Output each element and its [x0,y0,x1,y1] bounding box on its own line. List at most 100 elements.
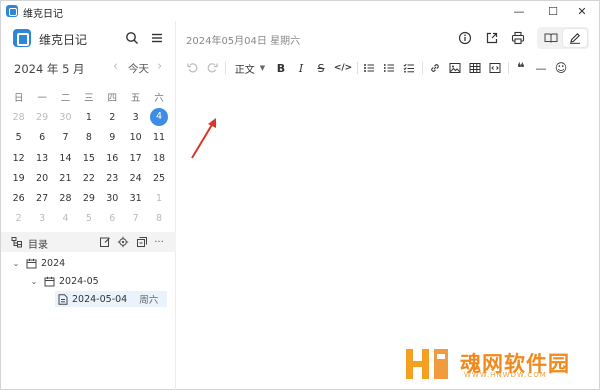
redo-button[interactable] [204,59,220,77]
calendar-day[interactable]: 13 [30,153,53,164]
chevron-down-icon[interactable]: ⌄ [29,277,39,286]
calendar-day[interactable]: 17 [124,153,147,164]
calendar-day[interactable]: 26 [7,193,30,204]
calendar-day[interactable]: 15 [77,153,100,164]
calendar-day[interactable]: 9 [101,132,124,143]
bold-button[interactable]: B [274,59,288,77]
next-month-button[interactable]: › [157,59,162,74]
table-icon [469,63,481,73]
app-name: 维克日记 [39,33,88,47]
calendar-day-selected[interactable]: 4 [147,108,170,127]
calendar-day[interactable]: 22 [77,173,100,184]
calendar-day[interactable]: 28 [7,112,30,123]
calendar-day[interactable]: 20 [30,173,53,184]
prev-month-button[interactable]: ‹ [113,59,118,74]
calendar-day[interactable]: 14 [54,153,77,164]
calendar-day[interactable]: 3 [124,112,147,123]
bullet-list-button[interactable] [362,59,376,77]
emoji-button[interactable]: ☺ [554,59,568,77]
calendar-day[interactable]: 7 [124,213,147,224]
calendar-day[interactable]: 25 [147,173,170,184]
edit-mode-button[interactable] [563,29,587,47]
search-button[interactable] [123,29,141,47]
locate-button[interactable] [115,234,131,250]
info-button[interactable] [455,28,475,48]
share-icon [486,32,498,44]
ordered-list-button[interactable] [382,59,396,77]
calendar-day[interactable]: 10 [124,132,147,143]
calendar-week: 19 20 21 22 23 24 25 [7,168,171,188]
calendar-day[interactable]: 27 [30,193,53,204]
table-button[interactable] [468,59,482,77]
print-button[interactable] [508,28,528,48]
link-button[interactable] [428,59,442,77]
new-note-button[interactable] [97,234,113,250]
checklist-icon [403,63,414,73]
tree-node-label: 2024-05-04 [72,293,128,305]
calendar-day[interactable]: 19 [7,173,30,184]
calendar-day[interactable]: 30 [54,112,77,123]
calendar-day[interactable]: 6 [101,213,124,224]
menu-button[interactable] [148,29,166,47]
read-mode-button[interactable] [539,29,563,47]
heading-select[interactable]: 正文 ▼ [233,59,267,77]
calendar-day[interactable]: 28 [54,193,77,204]
calendar-day[interactable]: 11 [147,132,170,143]
export-button[interactable] [482,28,502,48]
heading-select-value: 正文 [234,64,255,76]
calendar-day[interactable]: 12 [7,153,30,164]
calendar-month-label: 2024 年 5 月 [14,62,85,76]
app-logo-icon [13,29,31,47]
calendar-day[interactable]: 1 [147,193,170,204]
calendar-day[interactable]: 16 [101,153,124,164]
italic-button[interactable]: I [294,59,308,77]
annotation-arrow-icon [191,118,216,159]
image-button[interactable] [448,59,462,77]
calendar-day[interactable]: 2 [101,112,124,123]
calendar-week: 26 27 28 29 30 31 1 [7,188,171,208]
strikethrough-button[interactable]: S [314,59,328,77]
calendar-day[interactable]: 30 [101,193,124,204]
maximize-button[interactable]: ☐ [538,1,568,21]
horizontal-rule-button[interactable]: — [534,59,548,77]
today-button[interactable]: 今天 [128,61,149,76]
code-button[interactable]: </> [334,59,352,77]
minimize-button[interactable]: — [504,1,534,21]
calendar-day[interactable]: 24 [124,173,147,184]
quote-button[interactable]: ❝ [514,59,528,77]
tree-node-month[interactable]: ⌄ 2024-05 [29,273,171,289]
calendar-day[interactable]: 2 [7,213,30,224]
close-button[interactable]: ✕ [567,1,597,21]
edit-icon [100,237,110,247]
tree-node-day[interactable]: 2024-05-04 周六 [55,291,167,307]
weekday-label: 六 [154,93,164,105]
tree-node-year[interactable]: ⌄ 2024 [11,255,171,271]
code-block-button[interactable] [488,59,502,77]
calendar-day[interactable]: 5 [77,213,100,224]
sidebar-header: 维克日记 [1,21,176,53]
calendar-day[interactable]: 8 [147,213,170,224]
task-list-button[interactable] [402,59,416,77]
redo-icon [207,63,218,73]
calendar-day[interactable]: 23 [101,173,124,184]
collapse-all-button[interactable] [134,234,150,250]
title-bar: 维克日记 — ☐ ✕ [1,1,599,21]
calendar-day[interactable]: 7 [54,132,77,143]
calendar-day[interactable]: 3 [30,213,53,224]
calendar-day[interactable]: 21 [54,173,77,184]
undo-button[interactable] [185,59,201,77]
calendar-day[interactable]: 29 [30,112,53,123]
calendar-day[interactable]: 31 [124,193,147,204]
calendar-day[interactable]: 18 [147,153,170,164]
calendar-day[interactable]: 5 [7,132,30,143]
calendar-day[interactable]: 8 [77,132,100,143]
calendar-grid: 日 一 二 三 四 五 六 28 29 30 1 2 3 4 5 6 7 8 9… [7,87,171,229]
more-button[interactable]: ··· [151,234,167,250]
calendar-day[interactable]: 6 [30,132,53,143]
calendar-day[interactable]: 29 [77,193,100,204]
calendar-icon [26,258,37,268]
calendar-day[interactable]: 1 [77,112,100,123]
calendar-day[interactable]: 4 [54,213,77,224]
menu-icon [152,33,162,43]
chevron-down-icon[interactable]: ⌄ [11,259,21,268]
